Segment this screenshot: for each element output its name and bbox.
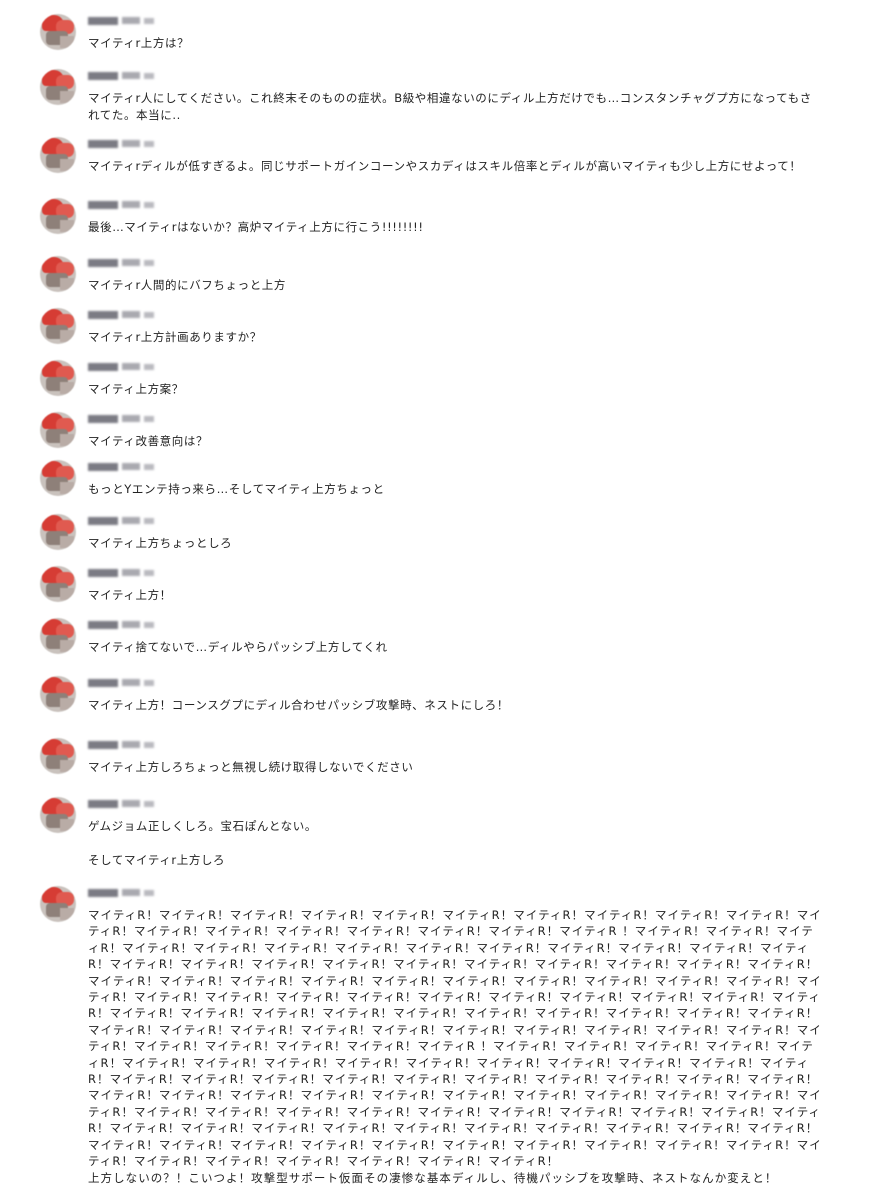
avatar[interactable] xyxy=(40,256,76,292)
comment-text: マイティ上方！ xyxy=(88,588,172,602)
comment-text: 最後…マイティrはないか？高炉マイティ上方に行こう!!!!!!!! xyxy=(88,220,424,234)
avatar[interactable] xyxy=(40,412,76,448)
comment-text-followup: そしてマイティr上方しろ xyxy=(88,853,226,867)
avatar[interactable] xyxy=(40,460,76,496)
username-blurred[interactable] xyxy=(88,138,160,149)
username-blurred[interactable] xyxy=(88,515,160,526)
username-blurred[interactable] xyxy=(88,798,160,809)
comment-text: マイティr上方は？ xyxy=(88,36,190,50)
username-blurred[interactable] xyxy=(88,70,160,81)
comment-text: マイティr上方計画ありますか？ xyxy=(88,330,262,344)
username-blurred[interactable] xyxy=(88,257,160,268)
avatar[interactable] xyxy=(40,514,76,550)
username-blurred[interactable] xyxy=(88,199,160,210)
comment-text: マイティrディルが低すぎるよ。同じサポートガインコーンやスカディはスキル倍率とデ… xyxy=(88,159,802,173)
comment-text: マイティR！マイティR！マイティR！マイティR！マイティR！マイティR！マイティ… xyxy=(88,908,822,1185)
avatar[interactable] xyxy=(40,618,76,654)
avatar[interactable] xyxy=(40,198,76,234)
avatar[interactable] xyxy=(40,14,76,50)
comment-text: マイティ捨てないで…ディルやらパッシブ上方してくれ xyxy=(88,640,388,654)
avatar[interactable] xyxy=(40,360,76,396)
username-blurred[interactable] xyxy=(88,567,160,578)
comment-text: マイティ上方しろちょっと無視し続け取得しないでください xyxy=(88,760,414,774)
username-blurred[interactable] xyxy=(88,15,160,26)
username-blurred[interactable] xyxy=(88,677,160,688)
username-blurred[interactable] xyxy=(88,619,160,630)
avatar[interactable] xyxy=(40,738,76,774)
username-blurred[interactable] xyxy=(88,887,160,898)
username-blurred[interactable] xyxy=(88,309,160,320)
avatar[interactable] xyxy=(40,676,76,712)
comment-text: マイティ改善意向は？ xyxy=(88,434,209,448)
avatar[interactable] xyxy=(40,886,76,922)
comment-text: マイティ上方案？ xyxy=(88,382,184,396)
avatar[interactable] xyxy=(40,797,76,833)
comment-text: マイティr人間的にバフちょっと上方 xyxy=(88,278,287,292)
avatar[interactable] xyxy=(40,308,76,344)
username-blurred[interactable] xyxy=(88,413,160,424)
comment-text: ゲムジョム正しくしろ。宝石ぽんとない。 xyxy=(88,819,317,833)
comment-text: マイティ上方！コーンスグプにディル合わせパッシブ攻撃時、ネストにしろ！ xyxy=(88,698,509,712)
avatar[interactable] xyxy=(40,566,76,602)
username-blurred[interactable] xyxy=(88,739,160,750)
comment-text: マイティr人にしてください。これ終末そのものの症状。B級や相違ないのにディル上方… xyxy=(88,91,812,122)
username-blurred[interactable] xyxy=(88,361,160,372)
comment-text: もっとYエンテ持っ来ら…そしてマイティ上方ちょっと xyxy=(88,482,385,496)
comment-text: マイティ上方ちょっとしろ xyxy=(88,536,233,550)
username-blurred[interactable] xyxy=(88,461,160,472)
avatar[interactable] xyxy=(40,137,76,173)
avatar[interactable] xyxy=(40,69,76,105)
